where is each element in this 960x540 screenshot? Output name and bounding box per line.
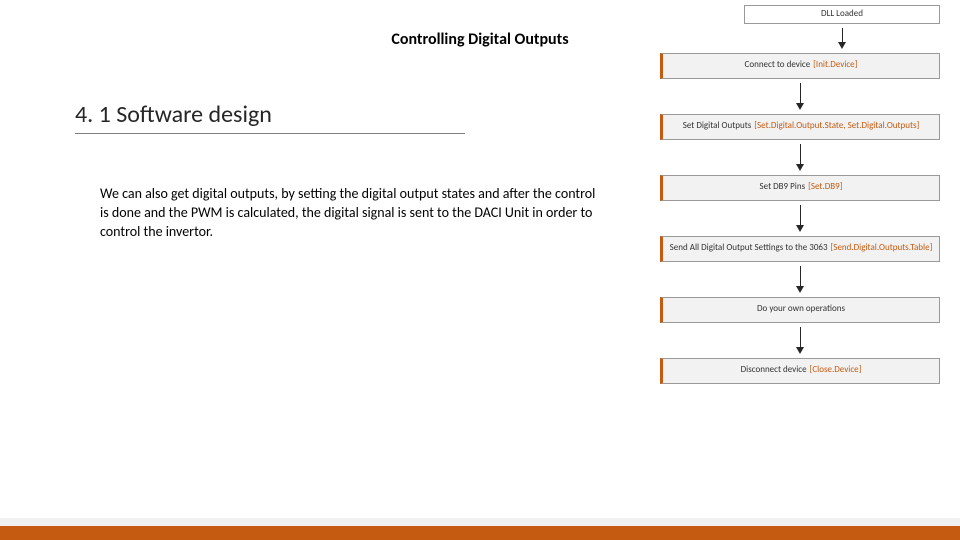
flow-step-label: Set Digital Outputs xyxy=(683,121,752,132)
flow-step-api: [Init.Device] xyxy=(813,60,857,71)
arrow-down-icon xyxy=(744,24,940,53)
flow-step-label: Disconnect device xyxy=(741,365,807,376)
flow-step-api: [Set.DB9] xyxy=(808,182,842,193)
flow-step-label: Send All Digital Output Settings to the … xyxy=(670,243,828,254)
footer-shadow xyxy=(0,518,960,526)
flowchart: DLL Loaded Connect to device [Init.Devic… xyxy=(660,5,940,384)
flow-step: Send All Digital Output Settings to the … xyxy=(660,236,940,262)
flow-step-label: Set DB9 Pins xyxy=(760,182,806,193)
flow-step-api: [Close.Device] xyxy=(810,365,862,376)
flow-start: DLL Loaded xyxy=(744,5,940,24)
body-paragraph: We can also get digital outputs, by sett… xyxy=(100,185,600,242)
section-heading: 4. 1 Software design xyxy=(75,100,465,134)
flow-step: Disconnect device [Close.Device] xyxy=(660,358,940,384)
arrow-down-icon xyxy=(660,262,940,297)
flow-step-label: Connect to device xyxy=(745,60,811,71)
page-title: Controlling Digital Outputs xyxy=(391,30,568,49)
flow-step-api: [Send.Digital.Outputs.Table] xyxy=(831,243,933,254)
flow-step: Do your own operations xyxy=(660,297,940,323)
arrow-down-icon xyxy=(660,140,940,175)
flow-step-api: [Set.Digital.Output.State, Set.Digital.O… xyxy=(754,121,919,132)
flow-step: Set DB9 Pins [Set.DB9] xyxy=(660,175,940,201)
arrow-down-icon xyxy=(660,201,940,236)
flow-step: Connect to device [Init.Device] xyxy=(660,53,940,79)
arrow-down-icon xyxy=(660,79,940,114)
arrow-down-icon xyxy=(660,323,940,358)
flow-step: Set Digital Outputs [Set.Digital.Output.… xyxy=(660,114,940,140)
flow-start-label: DLL Loaded xyxy=(821,9,863,20)
flow-step-label: Do your own operations xyxy=(757,304,845,315)
slide: Controlling Digital Outputs 4. 1 Softwar… xyxy=(0,0,960,540)
footer-bar xyxy=(0,526,960,540)
